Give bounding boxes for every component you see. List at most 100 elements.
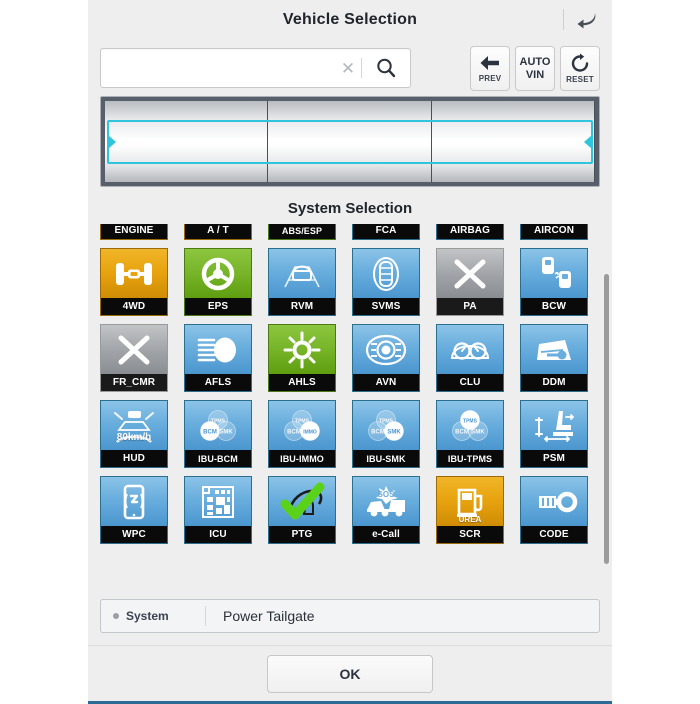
- arrow-left-icon: [480, 56, 499, 70]
- ibu-immo-icon: TPMS BCM IMMO: [269, 401, 335, 450]
- svg-text:BCM: BCM: [371, 429, 385, 435]
- system-tile-label: CODE: [521, 526, 587, 543]
- system-tile-ibu-immo[interactable]: TPMS BCM IMMO IBU-IMMO: [268, 400, 336, 468]
- header-buttons: PREV AUTO VIN RESET: [470, 45, 600, 91]
- system-tile-ibu-tpms[interactable]: TPMS BCM SMK IBU-TPMS: [436, 400, 504, 468]
- auto-vin-line2: VIN: [525, 68, 545, 81]
- surround-view-icon: [353, 249, 419, 298]
- auto-vin-button[interactable]: AUTO VIN: [515, 45, 555, 91]
- system-tile-fca[interactable]: FCA: [352, 224, 420, 240]
- ibu-tpms-icon: TPMS BCM SMK: [437, 401, 503, 450]
- system-tile-afls[interactable]: AFLS: [184, 324, 252, 392]
- headlamp-icon: [185, 325, 251, 374]
- picker-column-1[interactable]: [105, 101, 269, 182]
- system-tile-aircon[interactable]: AIRCON: [520, 224, 588, 240]
- system-tile-psm[interactable]: PSM: [520, 400, 588, 468]
- audio-head-unit-icon: [353, 325, 419, 374]
- system-tile-engine[interactable]: ENGINE: [100, 224, 168, 240]
- system-tile-label: HUD: [101, 450, 167, 467]
- system-tile-e-call[interactable]: SOS e-Call: [352, 476, 420, 544]
- page-title: Vehicle Selection: [282, 11, 418, 28]
- svg-text:TPMS: TPMS: [379, 418, 394, 424]
- system-tile-label: PTG: [269, 526, 335, 543]
- system-tile-bcw[interactable]: BCW: [520, 248, 588, 316]
- sun-icon: [269, 325, 335, 374]
- system-tile-ptg[interactable]: PTG: [268, 476, 336, 544]
- steering-wheel-icon: [185, 249, 251, 298]
- system-tile-label: PA: [437, 298, 503, 315]
- system-grid-clip: ENGINE A / T ABS/ESP FCA AIRBAG AIRCON 4WD EPS R…: [100, 224, 600, 589]
- four-wheel-drive-icon: [101, 249, 167, 298]
- ok-button[interactable]: OK: [267, 654, 433, 693]
- system-tile-label: AVN: [353, 374, 419, 391]
- system-tile-scr[interactable]: UREA SCR: [436, 476, 504, 544]
- panel-header: Vehicle Selection: [88, 0, 612, 40]
- system-tile-label: BCW: [521, 298, 587, 315]
- system-tile-ibu-bcm[interactable]: TPMS BCM SMK IBU-BCM: [184, 400, 252, 468]
- summary-value: Power Tailgate: [223, 608, 315, 624]
- prev-button-label: PREV: [478, 74, 502, 83]
- system-tile-label: DDM: [521, 374, 587, 391]
- vehicle-picker[interactable]: [100, 96, 600, 187]
- power-seat-icon: [521, 401, 587, 450]
- system-tile-wpc[interactable]: WPC: [100, 476, 168, 544]
- system-tile-rvm[interactable]: RVM: [268, 248, 336, 316]
- svg-text:TPMS: TPMS: [463, 418, 478, 424]
- system-tile-fr-cmr[interactable]: FR_CMR: [100, 324, 168, 392]
- system-tile-label: IBU-IMMO: [269, 450, 335, 467]
- search-row: ✕ PREV AUTO VIN RESET: [88, 40, 612, 96]
- refresh-icon: [571, 53, 589, 72]
- system-tile-pa[interactable]: PA: [436, 248, 504, 316]
- system-tile-label: A / T: [185, 224, 251, 239]
- wireless-charger-icon: [101, 477, 167, 526]
- system-tile-ddm[interactable]: DDM: [520, 324, 588, 392]
- svg-text:SOS: SOS: [378, 490, 396, 499]
- system-tile-hud[interactable]: 80km/h HUD: [100, 400, 168, 468]
- system-tile-label: ABS/ESP: [269, 224, 335, 239]
- system-tile-label: RVM: [269, 298, 335, 315]
- svg-text:SMK: SMK: [471, 429, 485, 435]
- rear-view-monitor-icon: [269, 249, 335, 298]
- ibu-bcm-icon: TPMS BCM SMK: [185, 401, 251, 450]
- return-arrow-icon[interactable]: [570, 6, 604, 34]
- system-tile-label: e-Call: [353, 526, 419, 543]
- cluster-icon: [437, 325, 503, 374]
- code-key-icon: [521, 477, 587, 526]
- system-tile-label: EPS: [185, 298, 251, 315]
- picker-column-2[interactable]: [268, 101, 432, 182]
- system-tile-label: SVMS: [353, 298, 419, 315]
- reset-button[interactable]: RESET: [560, 45, 600, 91]
- system-grid-scrollbar[interactable]: [604, 274, 609, 564]
- system-tile-label: ENGINE: [101, 224, 167, 239]
- system-grid: ENGINE A / T ABS/ESP FCA AIRBAG AIRCON 4WD EPS R…: [100, 224, 600, 544]
- system-tile-a-t[interactable]: A / T: [184, 224, 252, 240]
- search-box[interactable]: ✕: [100, 48, 411, 88]
- header-divider: [563, 9, 564, 30]
- svg-text:BCM: BCM: [203, 429, 217, 435]
- summary-wrap: System Power Tailgate: [88, 595, 612, 639]
- x-icon: [101, 325, 167, 374]
- system-tile-svms[interactable]: SVMS: [352, 248, 420, 316]
- system-tile-code[interactable]: CODE: [520, 476, 588, 544]
- system-tile-label: SCR: [437, 526, 503, 543]
- system-tile-icu[interactable]: ICU: [184, 476, 252, 544]
- system-tile-eps[interactable]: EPS: [184, 248, 252, 316]
- system-tile-abs-esp[interactable]: ABS/ESP: [268, 224, 336, 240]
- system-tile-4wd[interactable]: 4WD: [100, 248, 168, 316]
- close-icon[interactable]: ✕: [335, 49, 361, 87]
- system-tile-ibu-smk[interactable]: TPMS BCM SMK IBU-SMK: [352, 400, 420, 468]
- power-tailgate-icon: [269, 477, 335, 526]
- prev-button[interactable]: PREV: [470, 45, 510, 91]
- system-grid-wrap: ENGINE A / T ABS/ESP FCA AIRBAG AIRCON 4WD EPS R…: [88, 224, 612, 595]
- system-tile-clu[interactable]: CLU: [436, 324, 504, 392]
- picker-column-3[interactable]: [431, 101, 595, 182]
- search-icon[interactable]: [362, 49, 410, 87]
- system-tile-airbag[interactable]: AIRBAG: [436, 224, 504, 240]
- system-tile-label: FR_CMR: [101, 374, 167, 391]
- system-tile-label: AFLS: [185, 374, 251, 391]
- system-tile-label: IBU-TPMS: [437, 450, 503, 467]
- system-tile-ahls[interactable]: AHLS: [268, 324, 336, 392]
- svg-text:SMK: SMK: [219, 429, 233, 435]
- search-input[interactable]: [101, 49, 335, 87]
- system-tile-avn[interactable]: AVN: [352, 324, 420, 392]
